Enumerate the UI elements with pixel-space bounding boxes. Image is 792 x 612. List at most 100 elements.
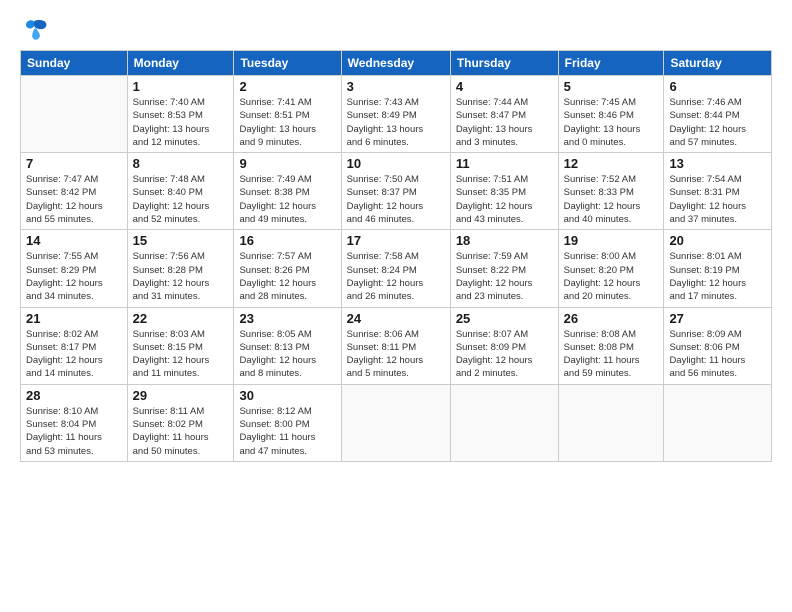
day-info: Sunrise: 7:45 AMSunset: 8:46 PMDaylight:…: [564, 96, 659, 149]
day-info: Sunrise: 8:10 AMSunset: 8:04 PMDaylight:…: [26, 405, 122, 458]
day-number: 4: [456, 79, 553, 94]
calendar-cell: 17 Sunrise: 7:58 AMSunset: 8:24 PMDayligh…: [341, 230, 450, 307]
weekday-header-sunday: Sunday: [21, 51, 128, 76]
day-number: 2: [239, 79, 335, 94]
day-info: Sunrise: 7:55 AMSunset: 8:29 PMDaylight:…: [26, 250, 122, 303]
day-number: 24: [347, 311, 445, 326]
calendar-cell: [450, 384, 558, 461]
day-info: Sunrise: 8:05 AMSunset: 8:13 PMDaylight:…: [239, 328, 335, 381]
calendar-cell: 12 Sunrise: 7:52 AMSunset: 8:33 PMDayligh…: [558, 153, 664, 230]
day-number: 17: [347, 233, 445, 248]
day-info: Sunrise: 7:48 AMSunset: 8:40 PMDaylight:…: [133, 173, 229, 226]
day-number: 19: [564, 233, 659, 248]
day-number: 11: [456, 156, 553, 171]
day-number: 18: [456, 233, 553, 248]
calendar-cell: 23 Sunrise: 8:05 AMSunset: 8:13 PMDayligh…: [234, 307, 341, 384]
day-number: 25: [456, 311, 553, 326]
calendar-cell: 1 Sunrise: 7:40 AMSunset: 8:53 PMDaylight…: [127, 76, 234, 153]
calendar-cell: [341, 384, 450, 461]
day-number: 15: [133, 233, 229, 248]
logo: [20, 18, 52, 42]
calendar-cell: 27 Sunrise: 8:09 AMSunset: 8:06 PMDayligh…: [664, 307, 772, 384]
day-number: 5: [564, 79, 659, 94]
calendar-cell: 22 Sunrise: 8:03 AMSunset: 8:15 PMDayligh…: [127, 307, 234, 384]
week-row-5: 28 Sunrise: 8:10 AMSunset: 8:04 PMDayligh…: [21, 384, 772, 461]
week-row-1: 1 Sunrise: 7:40 AMSunset: 8:53 PMDaylight…: [21, 76, 772, 153]
calendar-cell: 4Sunrise: 7:44 AMSunset: 8:47 PMDaylight…: [450, 76, 558, 153]
day-number: 28: [26, 388, 122, 403]
calendar-cell: 20 Sunrise: 8:01 AMSunset: 8:19 PMDayligh…: [664, 230, 772, 307]
day-number: 27: [669, 311, 766, 326]
day-info: Sunrise: 8:03 AMSunset: 8:15 PMDaylight:…: [133, 328, 229, 381]
day-info: Sunrise: 7:52 AMSunset: 8:33 PMDaylight:…: [564, 173, 659, 226]
day-info: Sunrise: 7:41 AMSunset: 8:51 PMDaylight:…: [239, 96, 335, 149]
calendar-cell: 11 Sunrise: 7:51 AMSunset: 8:35 PMDayligh…: [450, 153, 558, 230]
day-number: 20: [669, 233, 766, 248]
header: [20, 18, 772, 42]
weekday-header-monday: Monday: [127, 51, 234, 76]
weekday-header-friday: Friday: [558, 51, 664, 76]
day-info: Sunrise: 7:54 AMSunset: 8:31 PMDaylight:…: [669, 173, 766, 226]
weekday-header-tuesday: Tuesday: [234, 51, 341, 76]
day-number: 9: [239, 156, 335, 171]
calendar-cell: 21 Sunrise: 8:02 AMSunset: 8:17 PMDayligh…: [21, 307, 128, 384]
day-number: 29: [133, 388, 229, 403]
day-number: 13: [669, 156, 766, 171]
day-info: Sunrise: 7:51 AMSunset: 8:35 PMDaylight:…: [456, 173, 553, 226]
calendar-cell: 8 Sunrise: 7:48 AMSunset: 8:40 PMDaylight…: [127, 153, 234, 230]
calendar-table: SundayMondayTuesdayWednesdayThursdayFrid…: [20, 50, 772, 462]
day-number: 30: [239, 388, 335, 403]
calendar-cell: 14Sunrise: 7:55 AMSunset: 8:29 PMDayligh…: [21, 230, 128, 307]
week-row-3: 14Sunrise: 7:55 AMSunset: 8:29 PMDayligh…: [21, 230, 772, 307]
day-number: 12: [564, 156, 659, 171]
day-info: Sunrise: 7:49 AMSunset: 8:38 PMDaylight:…: [239, 173, 335, 226]
week-row-4: 21 Sunrise: 8:02 AMSunset: 8:17 PMDayligh…: [21, 307, 772, 384]
calendar-cell: 28 Sunrise: 8:10 AMSunset: 8:04 PMDayligh…: [21, 384, 128, 461]
calendar-cell: 26Sunrise: 8:08 AMSunset: 8:08 PMDayligh…: [558, 307, 664, 384]
calendar-cell: 24 Sunrise: 8:06 AMSunset: 8:11 PMDayligh…: [341, 307, 450, 384]
calendar-cell: 3 Sunrise: 7:43 AMSunset: 8:49 PMDaylight…: [341, 76, 450, 153]
day-info: Sunrise: 8:07 AMSunset: 8:09 PMDaylight:…: [456, 328, 553, 381]
day-info: Sunrise: 8:01 AMSunset: 8:19 PMDaylight:…: [669, 250, 766, 303]
day-number: 16: [239, 233, 335, 248]
weekday-header-wednesday: Wednesday: [341, 51, 450, 76]
calendar-cell: [21, 76, 128, 153]
day-info: Sunrise: 8:00 AMSunset: 8:20 PMDaylight:…: [564, 250, 659, 303]
calendar-cell: 10 Sunrise: 7:50 AMSunset: 8:37 PMDayligh…: [341, 153, 450, 230]
day-info: Sunrise: 8:12 AMSunset: 8:00 PMDaylight:…: [239, 405, 335, 458]
calendar-cell: 16 Sunrise: 7:57 AMSunset: 8:26 PMDayligh…: [234, 230, 341, 307]
day-info: Sunrise: 7:50 AMSunset: 8:37 PMDaylight:…: [347, 173, 445, 226]
calendar-cell: 19 Sunrise: 8:00 AMSunset: 8:20 PMDayligh…: [558, 230, 664, 307]
calendar-cell: 5 Sunrise: 7:45 AMSunset: 8:46 PMDaylight…: [558, 76, 664, 153]
logo-bird-icon: [20, 18, 48, 42]
day-info: Sunrise: 7:57 AMSunset: 8:26 PMDaylight:…: [239, 250, 335, 303]
day-info: Sunrise: 7:58 AMSunset: 8:24 PMDaylight:…: [347, 250, 445, 303]
day-number: 26: [564, 311, 659, 326]
calendar-cell: 6Sunrise: 7:46 AMSunset: 8:44 PMDaylight…: [664, 76, 772, 153]
day-info: Sunrise: 8:02 AMSunset: 8:17 PMDaylight:…: [26, 328, 122, 381]
day-info: Sunrise: 7:43 AMSunset: 8:49 PMDaylight:…: [347, 96, 445, 149]
day-number: 7: [26, 156, 122, 171]
day-info: Sunrise: 8:11 AMSunset: 8:02 PMDaylight:…: [133, 405, 229, 458]
day-number: 1: [133, 79, 229, 94]
calendar-cell: 9 Sunrise: 7:49 AMSunset: 8:38 PMDaylight…: [234, 153, 341, 230]
day-info: Sunrise: 8:06 AMSunset: 8:11 PMDaylight:…: [347, 328, 445, 381]
day-number: 21: [26, 311, 122, 326]
calendar-cell: 30 Sunrise: 8:12 AMSunset: 8:00 PMDayligh…: [234, 384, 341, 461]
calendar-cell: 13 Sunrise: 7:54 AMSunset: 8:31 PMDayligh…: [664, 153, 772, 230]
calendar-cell: [664, 384, 772, 461]
weekday-header-saturday: Saturday: [664, 51, 772, 76]
day-number: 10: [347, 156, 445, 171]
day-info: Sunrise: 7:46 AMSunset: 8:44 PMDaylight:…: [669, 96, 766, 149]
calendar-cell: 29 Sunrise: 8:11 AMSunset: 8:02 PMDayligh…: [127, 384, 234, 461]
weekday-header-thursday: Thursday: [450, 51, 558, 76]
day-number: 23: [239, 311, 335, 326]
day-number: 3: [347, 79, 445, 94]
day-number: 22: [133, 311, 229, 326]
calendar-cell: [558, 384, 664, 461]
page: SundayMondayTuesdayWednesdayThursdayFrid…: [0, 0, 792, 612]
day-info: Sunrise: 8:09 AMSunset: 8:06 PMDaylight:…: [669, 328, 766, 381]
day-number: 8: [133, 156, 229, 171]
calendar-cell: 25 Sunrise: 8:07 AMSunset: 8:09 PMDayligh…: [450, 307, 558, 384]
day-info: Sunrise: 7:40 AMSunset: 8:53 PMDaylight:…: [133, 96, 229, 149]
